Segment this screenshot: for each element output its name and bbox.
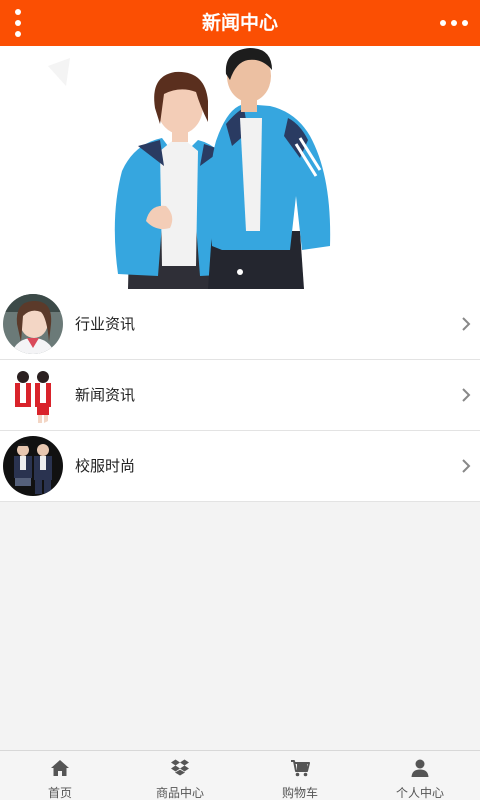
- banner-photo: [0, 46, 480, 289]
- user-icon: [411, 759, 429, 777]
- list-item-industry-news[interactable]: 行业资讯: [0, 289, 480, 360]
- tab-label: 购物车: [281, 786, 318, 800]
- category-list: 行业资讯 新闻资讯 校服时尚: [0, 289, 480, 502]
- list-item-label: 校服时尚: [75, 457, 136, 475]
- header-bar: 新闻中心: [0, 0, 480, 46]
- dropbox-box-icon: [171, 759, 189, 776]
- bottom-tab-bar: 首页 商品中心 购物车 个人中心: [0, 750, 480, 800]
- student-girl-portrait-thumb: [3, 294, 63, 354]
- carousel-dot-active[interactable]: [237, 269, 243, 275]
- kids-red-uniform-thumb: [3, 365, 63, 425]
- tab-home[interactable]: 首页: [0, 751, 120, 800]
- page-title: 新闻中心: [201, 12, 278, 34]
- tab-profile[interactable]: 个人中心: [360, 751, 480, 800]
- tab-label: 首页: [47, 786, 72, 800]
- list-item-label: 新闻资讯: [75, 386, 136, 404]
- list-item-label: 行业资讯: [75, 315, 136, 333]
- students-navy-uniform-thumb: [3, 436, 63, 496]
- banner-carousel[interactable]: [0, 46, 480, 289]
- chevron-right-icon: [462, 388, 471, 402]
- list-item-news[interactable]: 新闻资讯: [0, 360, 480, 431]
- tab-products[interactable]: 商品中心: [120, 751, 240, 800]
- list-item-uniform-fashion[interactable]: 校服时尚: [0, 431, 480, 502]
- tab-label: 商品中心: [155, 786, 204, 800]
- tab-cart[interactable]: 购物车: [240, 751, 360, 800]
- tab-label: 个人中心: [395, 786, 444, 800]
- more-horizontal-dots-icon[interactable]: [440, 13, 468, 33]
- carousel-indicator: [0, 269, 480, 275]
- cart-icon: [291, 760, 310, 777]
- chevron-right-icon: [462, 317, 471, 331]
- chevron-right-icon: [462, 459, 471, 473]
- home-icon: [51, 760, 69, 776]
